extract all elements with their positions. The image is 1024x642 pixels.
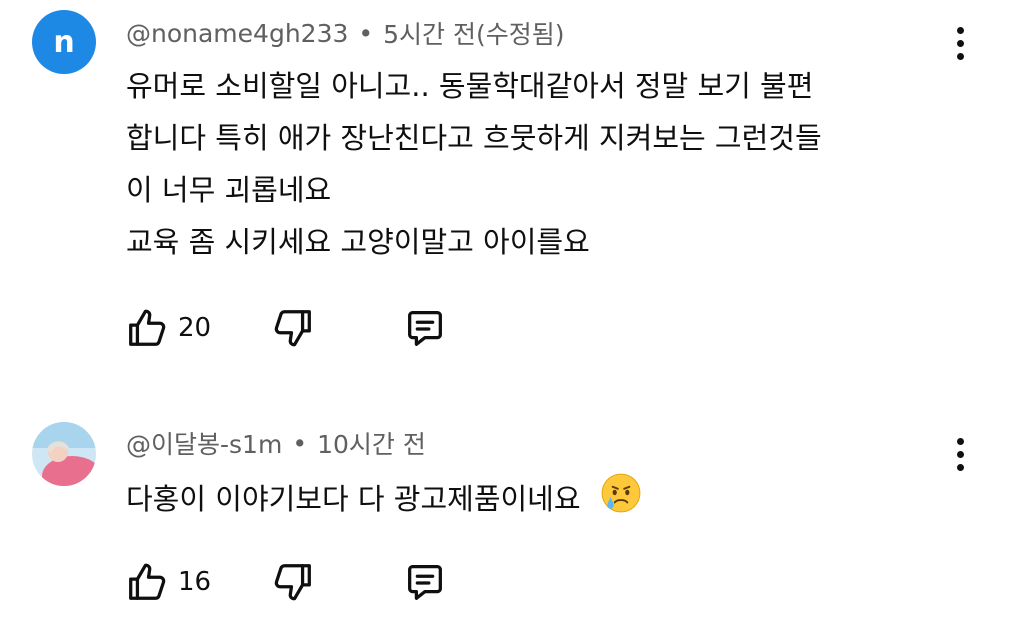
comment-line: 이 너무 괴롭네요 xyxy=(126,173,332,207)
avatar[interactable]: n xyxy=(32,10,96,74)
comment-author[interactable]: @이달봉-s1m xyxy=(126,425,282,461)
comment-actions: 20 xyxy=(124,304,464,352)
more-vert-icon-dot xyxy=(956,450,964,458)
more-vert-icon xyxy=(956,26,964,34)
more-vert-icon-dot xyxy=(956,463,964,471)
thumb-up-icon xyxy=(129,563,166,600)
like-button[interactable]: 20 xyxy=(124,304,211,352)
more-actions-button[interactable] xyxy=(940,21,980,65)
more-vert-icon-dot xyxy=(956,52,964,60)
comment-author[interactable]: @noname4gh233 xyxy=(126,19,348,48)
comment-meta: @이달봉-s1m • 10시간 전 xyxy=(126,425,426,461)
comment-text: 유머로 소비할일 아니고.. 동물학대같아서 정말 보기 불편 합니다 특히 애… xyxy=(126,60,986,268)
more-vert-icon xyxy=(956,437,964,445)
dislike-button[interactable] xyxy=(270,304,316,352)
meta-separator: • xyxy=(358,18,374,48)
comment-line: 교육 좀 시키세요 고양이말고 아이를요 xyxy=(126,225,590,259)
comment-text: 다홍이 이야기보다 다 광고제품이네요 xyxy=(126,472,986,530)
comment-actions: 16 xyxy=(124,558,464,606)
comment-meta: @noname4gh233 • 5시간 전(수정됨) xyxy=(126,15,565,51)
dislike-button[interactable] xyxy=(270,558,316,606)
avatar-letter: n xyxy=(53,24,75,60)
comment-line: 유머로 소비할일 아니고.. 동물학대같아서 정말 보기 불편 xyxy=(126,69,814,103)
reply-icon xyxy=(408,565,442,600)
comment-line: 합니다 특히 애가 장난친다고 흐뭇하게 지켜보는 그런것들 xyxy=(126,121,822,155)
like-button[interactable]: 16 xyxy=(124,558,211,606)
avatar[interactable] xyxy=(32,422,96,486)
reply-button[interactable] xyxy=(402,304,448,352)
avatar-photo xyxy=(32,422,96,486)
comment-line: 다홍이 이야기보다 다 광고제품이네요 xyxy=(126,482,581,516)
like-count: 20 xyxy=(178,313,212,343)
reply-button[interactable] xyxy=(402,558,448,606)
meta-separator: • xyxy=(292,428,308,458)
more-actions-button[interactable] xyxy=(940,432,980,476)
like-count: 16 xyxy=(178,567,212,597)
reply-icon xyxy=(408,311,442,346)
more-vert-icon-dot xyxy=(956,39,964,47)
comment-time[interactable]: 5시간 전(수정됨) xyxy=(383,15,564,51)
comment-time[interactable]: 10시간 전 xyxy=(317,425,426,461)
thumb-down-icon xyxy=(274,310,311,347)
crying-face-icon xyxy=(600,472,642,530)
thumb-up-icon xyxy=(129,309,166,346)
thumb-down-icon xyxy=(274,564,311,601)
